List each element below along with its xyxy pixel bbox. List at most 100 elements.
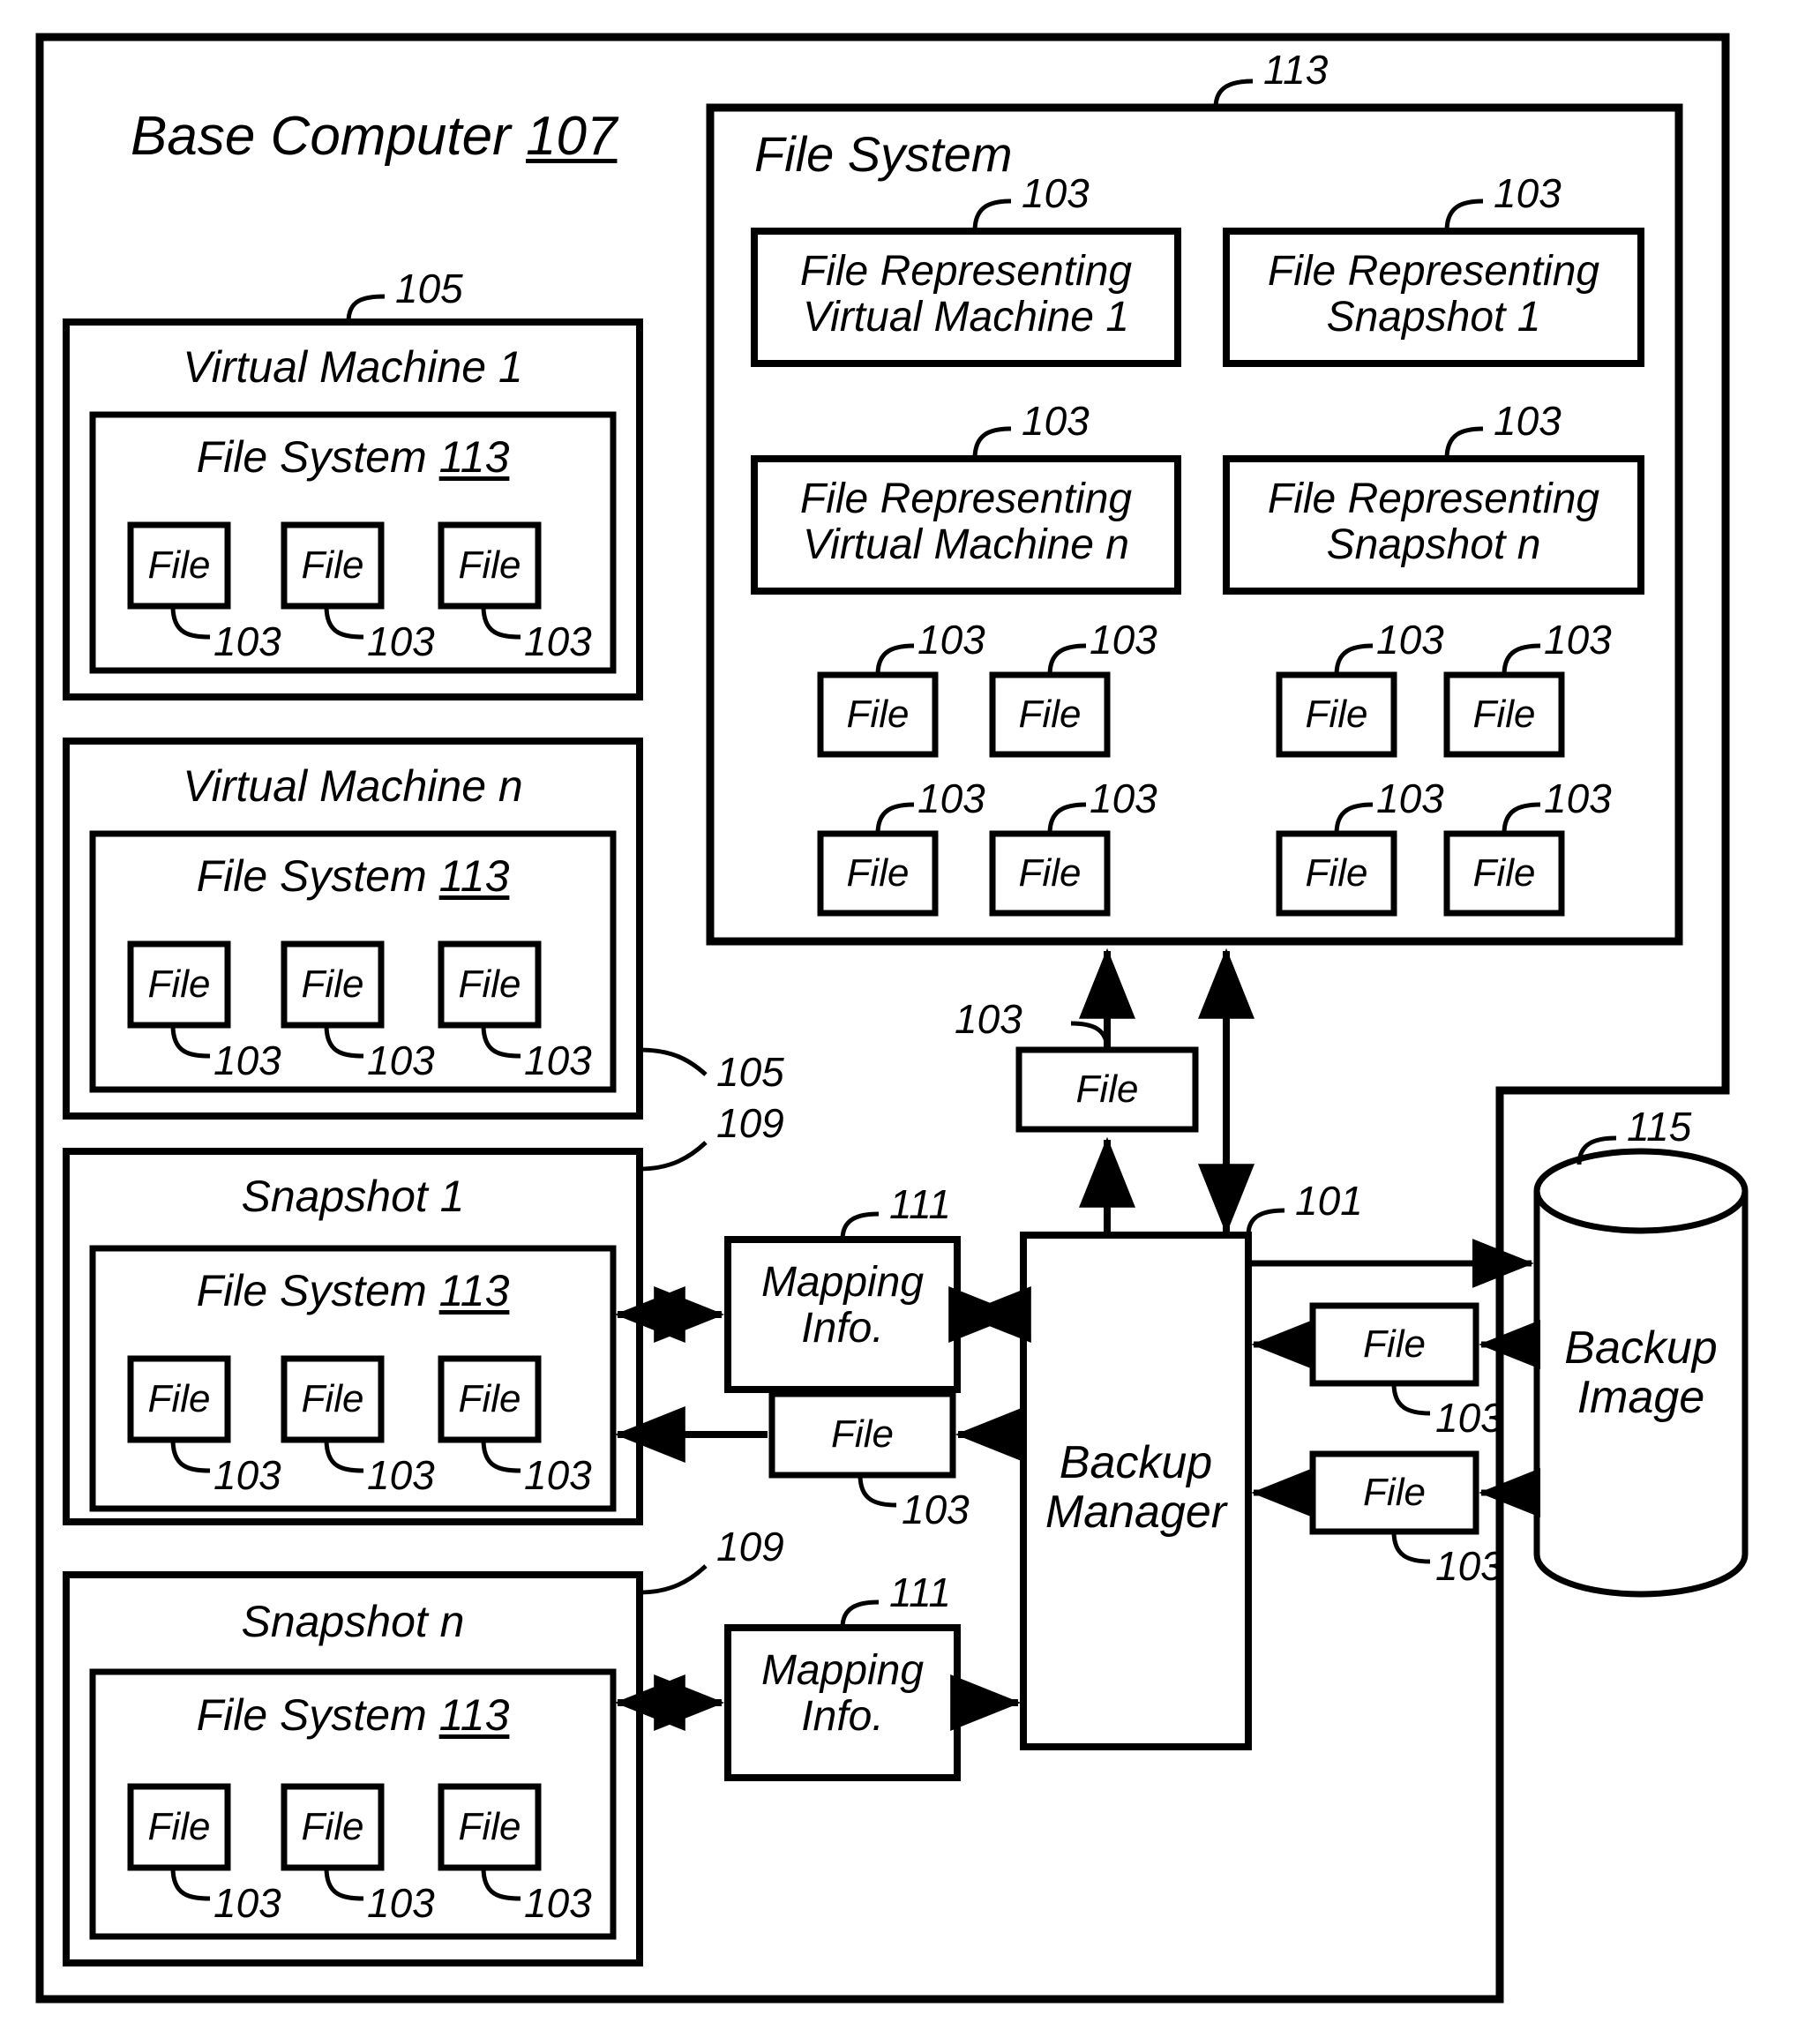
snapshotn-file-1: File: [147, 1805, 211, 1848]
backup-manager-ref: 101: [1295, 1178, 1363, 1224]
backup-image-line2: Image: [1577, 1372, 1705, 1424]
base-computer-ref: 107: [526, 106, 618, 167]
base-computer-title-text: Base Computer: [131, 106, 511, 167]
vmn-fs-text: File System: [196, 851, 427, 901]
bi-file-upper-label: File: [1363, 1322, 1426, 1366]
bi-file-lower-ref: 103: [1435, 1543, 1503, 1589]
vm1-fs-text: File System: [196, 432, 427, 482]
host-file-7-ref: 103: [1376, 775, 1444, 821]
mapping-info-1-line2: Info.: [801, 1304, 884, 1352]
vmn-file-1: File: [147, 963, 211, 1006]
vm1-title: Virtual Machine 1: [183, 342, 523, 392]
snapshot1-title: Snapshot 1: [241, 1172, 465, 1221]
host-file-3-ref: 103: [1376, 617, 1444, 663]
vm1-file-1-ref: 103: [213, 618, 281, 664]
backup-image-ref: 115: [1627, 1104, 1692, 1150]
vm1-file-2: File: [301, 543, 364, 587]
host-file-6: File: [1018, 851, 1082, 895]
mapping-info-n-label: Mapping Info.: [728, 1648, 957, 1740]
vm1-fs-ref: 113: [438, 432, 510, 482]
snapshotn-filesystem-title: File System 113: [93, 1692, 613, 1739]
host-file-3: File: [1305, 693, 1368, 736]
rep-snapn-line2: Snapshot n: [1326, 521, 1541, 568]
vmn-file-3-ref: 103: [524, 1037, 592, 1083]
rep-vmn-line2: Virtual Machine n: [803, 521, 1129, 568]
backup-manager-line1: Backup: [1059, 1437, 1213, 1488]
backup-image-line1: Backup: [1564, 1322, 1718, 1374]
snapshot1-filesystem-title: File System 113: [93, 1268, 613, 1315]
rep-snap1-ref: 103: [1494, 170, 1562, 216]
host-file-4: File: [1472, 693, 1536, 736]
vmn-fs-ref: 113: [438, 851, 510, 901]
snapshotn-fs-text: File System: [196, 1690, 427, 1740]
snapshotn-file-2-ref: 103: [367, 1880, 435, 1926]
mapping-info-n-ref: 111: [889, 1569, 951, 1615]
host-filesystem-title: File System: [754, 126, 1013, 182]
host-file-1-ref: 103: [917, 617, 985, 663]
snapshot1-file-2-ref: 103: [367, 1452, 435, 1498]
rep-vm1-line1: File Representing: [799, 248, 1133, 295]
vmn-file-2: File: [301, 963, 364, 1006]
mapping-info-n-line2: Info.: [801, 1692, 884, 1740]
snapshot1-file-1: File: [147, 1377, 211, 1420]
snapshot1-fs-ref: 113: [438, 1266, 510, 1315]
mapping-info-n-line1: Mapping: [760, 1647, 925, 1694]
rep-vm1-line2: Virtual Machine 1: [803, 293, 1129, 341]
snapshotn-title: Snapshot n: [241, 1597, 465, 1646]
patent-figure: Base Computer 107 113 105 Virtual Machin…: [0, 0, 1820, 2030]
snapshot1-ref: 109: [716, 1100, 784, 1146]
rep-snapn-line1: File Representing: [1267, 476, 1600, 522]
rep-vmn-line1: File Representing: [799, 476, 1133, 522]
vm1-file-3-ref: 103: [524, 618, 592, 664]
snapshotn-fs-ref: 113: [438, 1690, 510, 1740]
snapshotn-file-3: File: [458, 1805, 521, 1848]
backup-manager-line2: Manager: [1045, 1487, 1227, 1539]
snapshot1-fs-text: File System: [196, 1266, 427, 1315]
rep-vmn-label: File Representing Virtual Machine n: [754, 476, 1178, 568]
snapshotn-ref: 109: [716, 1524, 784, 1569]
host-file-8-ref: 103: [1544, 775, 1612, 821]
snapshot1-file-3: File: [458, 1377, 521, 1420]
vm1-file-1: File: [147, 543, 211, 587]
base-computer-title: Base Computer 107: [131, 108, 617, 166]
mapping-info-1-label: Mapping Info.: [728, 1260, 957, 1352]
rep-snap1-line1: File Representing: [1267, 248, 1600, 295]
rep-snapn-label: File Representing Snapshot n: [1226, 476, 1641, 568]
vmn-file-1-ref: 103: [213, 1037, 281, 1083]
rep-snapn-ref: 103: [1494, 398, 1562, 444]
vm1-filesystem-title: File System 113: [93, 434, 613, 481]
vmn-file-2-ref: 103: [367, 1037, 435, 1083]
host-file-4-ref: 103: [1544, 617, 1612, 663]
snapshotn-file-3-ref: 103: [524, 1880, 592, 1926]
rep-vm1-ref: 103: [1022, 170, 1090, 216]
vmn-filesystem-title: File System 113: [93, 853, 613, 900]
host-file-5-ref: 103: [917, 775, 985, 821]
host-file-2-ref: 103: [1090, 617, 1157, 663]
rep-vmn-ref: 103: [1022, 398, 1090, 444]
mapping-info-1-line1: Mapping: [760, 1259, 925, 1306]
backup-image-label: Backup Image: [1537, 1323, 1745, 1422]
snapshot1-file-2: File: [301, 1377, 364, 1420]
snapshotn-file-2: File: [301, 1805, 364, 1848]
bi-file-upper-ref: 103: [1435, 1395, 1503, 1441]
host-file-5: File: [846, 851, 910, 895]
vm1-ref: 105: [395, 266, 463, 311]
snapshotn-file-1-ref: 103: [213, 1880, 281, 1926]
host-file-8: File: [1472, 851, 1536, 895]
host-filesystem-ref: 113: [1263, 47, 1329, 93]
vm1-file-2-ref: 103: [367, 618, 435, 664]
transit-file-ref: 103: [955, 996, 1022, 1042]
host-file-1: File: [846, 693, 910, 736]
snapshot1-file-1-ref: 103: [213, 1452, 281, 1498]
host-file-7: File: [1305, 851, 1368, 895]
mapping-info-1-ref: 111: [889, 1181, 951, 1227]
rep-snap1-label: File Representing Snapshot 1: [1226, 249, 1641, 341]
rep-vm1-label: File Representing Virtual Machine 1: [754, 249, 1178, 341]
rep-snap1-line2: Snapshot 1: [1326, 293, 1541, 341]
restore-file-ref: 103: [902, 1487, 970, 1532]
bi-file-lower-label: File: [1363, 1471, 1426, 1514]
restore-file-label: File: [831, 1412, 894, 1456]
vm1-file-3: File: [458, 543, 521, 587]
vmn-ref: 105: [716, 1049, 784, 1095]
host-file-2: File: [1018, 693, 1082, 736]
